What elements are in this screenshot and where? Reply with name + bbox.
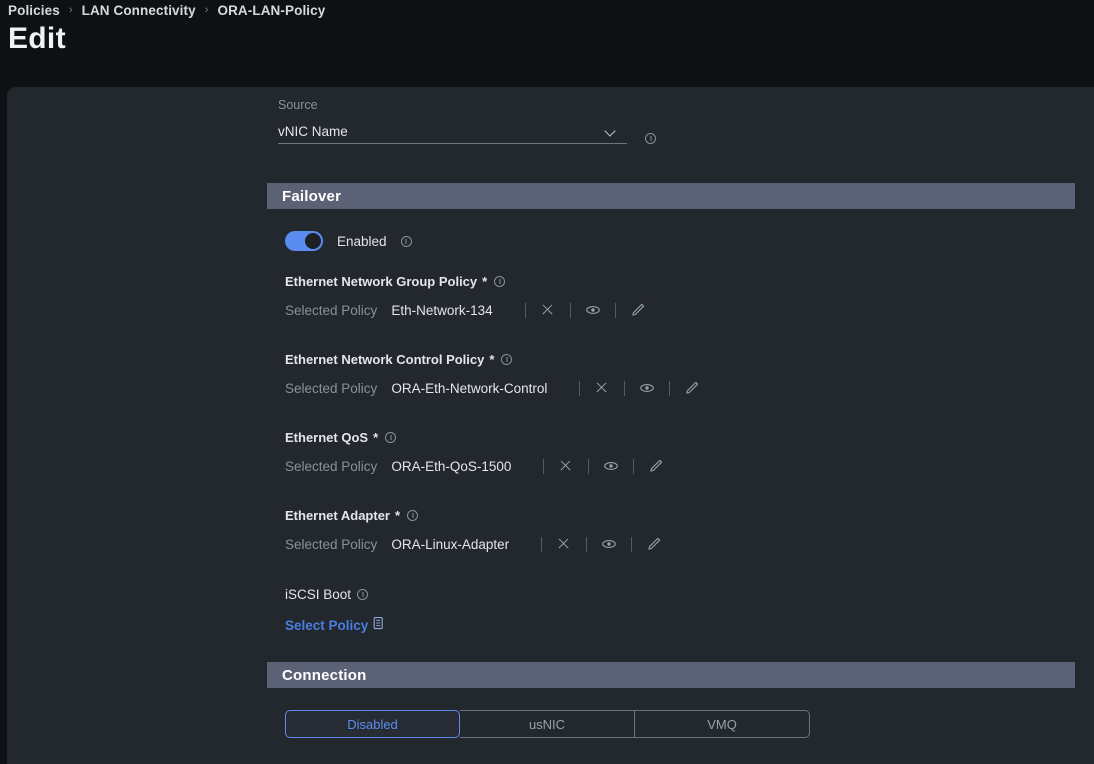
tab-usnic[interactable]: usNIC <box>460 710 635 738</box>
policy-actions <box>511 302 646 318</box>
view-icon[interactable] <box>603 458 619 474</box>
iscsi-select-policy-link[interactable]: Select Policy <box>285 616 385 634</box>
required-asterisk: * <box>394 508 401 523</box>
policy-row: Selected Policy ORA-Linux-Adapter <box>285 536 662 552</box>
policy-title: Ethernet QoS * <box>285 430 664 445</box>
breadcrumb-separator-icon: › <box>68 3 73 16</box>
required-asterisk: * <box>373 430 379 445</box>
chevron-down-icon <box>605 126 616 137</box>
selected-policy-value: ORA-Linux-Adapter <box>391 536 510 552</box>
selected-policy-value: Eth-Network-134 <box>391 302 493 318</box>
policy-title-text: Ethernet QoS <box>285 430 369 445</box>
divider <box>633 458 635 474</box>
page-title: Edit <box>8 22 66 55</box>
divider <box>524 302 526 318</box>
policy-block-ethernet-qos: Ethernet QoS * Selected Policy ORA-Eth-Q… <box>285 430 664 474</box>
failover-enabled-label: Enabled <box>337 233 387 249</box>
policy-title-text: Ethernet Network Group Policy <box>285 274 478 289</box>
edit-form-panel: Source vNIC Name Failover Enabled Ethern… <box>7 87 1094 764</box>
policy-title: Ethernet Adapter * <box>285 508 662 523</box>
source-select-value: vNIC Name <box>278 123 348 139</box>
info-icon[interactable] <box>645 133 656 144</box>
required-asterisk: * <box>482 274 488 289</box>
breadcrumb-item-ora-lan-policy[interactable]: ORA-LAN-Policy <box>217 3 325 18</box>
iscsi-boot-label-row: iSCSI Boot <box>285 587 369 602</box>
policy-block-ethernet-network-group: Ethernet Network Group Policy * Selected… <box>285 274 646 318</box>
source-field-label: Source <box>278 98 318 112</box>
page-header: Policies › LAN Connectivity › ORA-LAN-Po… <box>0 0 1094 87</box>
failover-enabled-toggle[interactable] <box>285 231 323 251</box>
selected-policy-value: ORA-Eth-QoS-1500 <box>391 458 512 474</box>
policy-title: Ethernet Network Control Policy * <box>285 352 700 367</box>
info-icon[interactable] <box>400 235 412 247</box>
edit-icon[interactable] <box>684 380 700 396</box>
clear-icon[interactable] <box>540 302 556 318</box>
view-icon[interactable] <box>639 380 655 396</box>
iscsi-boot-label: iSCSI Boot <box>285 587 352 602</box>
selected-policy-value: ORA-Eth-Network-Control <box>391 380 548 396</box>
divider <box>614 302 616 318</box>
edit-icon[interactable] <box>646 536 662 552</box>
divider <box>586 536 588 552</box>
selected-policy-label: Selected Policy <box>285 302 378 318</box>
required-asterisk: * <box>489 352 495 367</box>
divider <box>569 302 571 318</box>
view-icon[interactable] <box>601 536 617 552</box>
edit-icon[interactable] <box>648 458 664 474</box>
policy-actions <box>565 380 700 396</box>
divider <box>543 458 545 474</box>
policy-title-text: Ethernet Adapter <box>285 508 390 523</box>
source-select-row: vNIC Name <box>278 119 656 144</box>
edit-lan-connectivity-policy-page: Policies › LAN Connectivity › ORA-LAN-Po… <box>0 0 1094 764</box>
divider <box>541 536 543 552</box>
tab-disabled[interactable]: Disabled <box>285 710 460 738</box>
info-icon[interactable] <box>357 589 369 600</box>
selected-policy-label: Selected Policy <box>285 536 378 552</box>
breadcrumb: Policies › LAN Connectivity › ORA-LAN-Po… <box>8 0 325 20</box>
breadcrumb-item-policies[interactable]: Policies <box>8 3 60 18</box>
info-icon[interactable] <box>407 510 419 521</box>
divider <box>624 380 626 396</box>
clear-icon[interactable] <box>558 458 574 474</box>
connection-section-header: Connection <box>267 662 1075 688</box>
divider <box>631 536 633 552</box>
policy-actions <box>527 536 662 552</box>
document-list-icon <box>371 616 385 634</box>
clear-icon[interactable] <box>556 536 572 552</box>
source-field: Source vNIC Name <box>278 98 656 144</box>
clear-icon[interactable] <box>594 380 610 396</box>
policy-row: Selected Policy ORA-Eth-Network-Control <box>285 380 700 396</box>
info-icon[interactable] <box>494 276 506 287</box>
policy-block-ethernet-adapter: Ethernet Adapter * Selected Policy ORA-L… <box>285 508 662 552</box>
divider <box>669 380 671 396</box>
policy-row: Selected Policy ORA-Eth-QoS-1500 <box>285 458 664 474</box>
edit-icon[interactable] <box>630 302 646 318</box>
divider <box>588 458 590 474</box>
selected-policy-label: Selected Policy <box>285 458 378 474</box>
tab-vmq[interactable]: VMQ <box>635 710 810 738</box>
failover-section-header: Failover <box>267 183 1075 209</box>
iscsi-select-policy-label: Select Policy <box>285 617 369 633</box>
policy-title-text: Ethernet Network Control Policy <box>285 352 485 367</box>
source-select[interactable]: vNIC Name <box>278 119 627 144</box>
divider <box>579 380 581 396</box>
policy-actions <box>529 458 664 474</box>
breadcrumb-separator-icon: › <box>204 3 209 16</box>
breadcrumb-item-lan-connectivity[interactable]: LAN Connectivity <box>82 3 196 18</box>
failover-section-title: Failover <box>282 187 342 205</box>
connection-section-title: Connection <box>282 666 367 684</box>
selected-policy-label: Selected Policy <box>285 380 378 396</box>
policy-row: Selected Policy Eth-Network-134 <box>285 302 646 318</box>
view-icon[interactable] <box>585 302 601 318</box>
connection-type-tabs: Disabled usNIC VMQ <box>285 710 810 738</box>
policy-block-ethernet-network-control: Ethernet Network Control Policy * Select… <box>285 352 700 396</box>
failover-enabled-row: Enabled <box>285 231 412 251</box>
info-icon[interactable] <box>501 354 513 365</box>
policy-title: Ethernet Network Group Policy * <box>285 274 646 289</box>
info-icon[interactable] <box>385 432 397 443</box>
